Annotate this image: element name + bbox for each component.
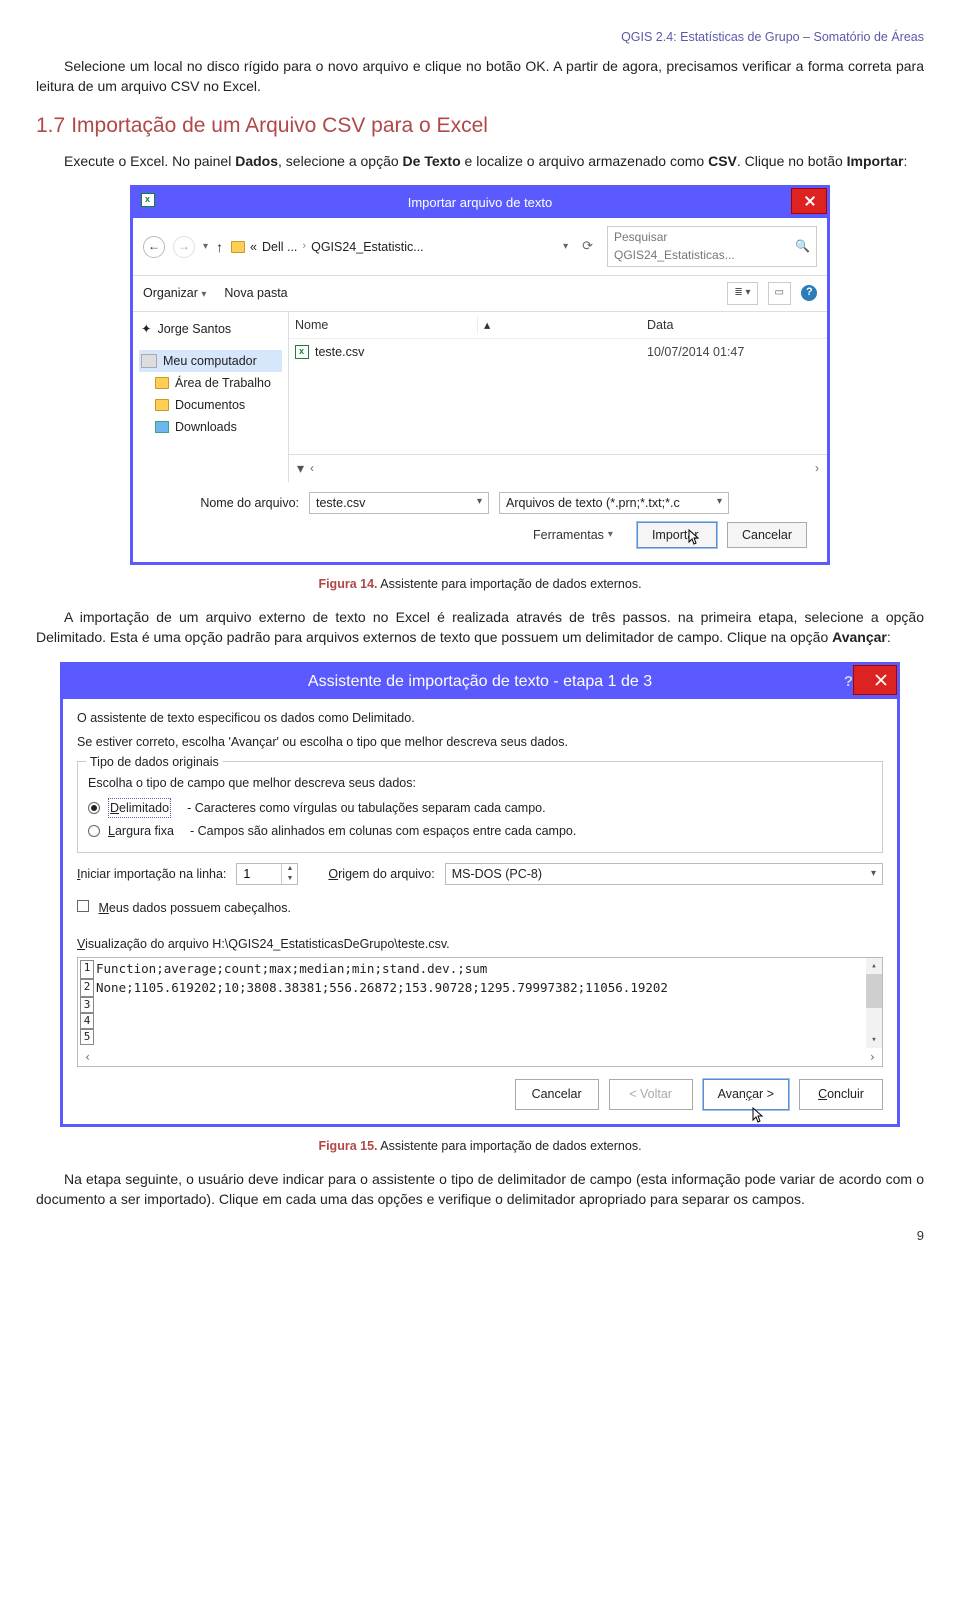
search-icon: 🔍 (795, 238, 810, 255)
radio-delimited-desc: - Caracteres como vírgulas ou tabulações… (187, 799, 546, 817)
intro-paragraph: Selecione um local no disco rígido para … (36, 56, 924, 97)
preview-label: Visualização do arquivo H:\QGIS24_Estati… (77, 935, 883, 953)
headers-checkbox-label: Meus dados possuem cabeçalhos. (98, 901, 290, 915)
sort-indicator-icon: ▴ (477, 316, 647, 334)
folder-icon (155, 377, 169, 389)
tools-menu[interactable]: Ferramentas ▾ (533, 526, 613, 544)
paragraph-3: A importação de um arquivo externo de te… (36, 607, 924, 648)
csv-file-icon (295, 345, 309, 359)
section-number: 1.7 (36, 114, 65, 137)
horizontal-scrollbar[interactable]: ▾ ‹› (289, 454, 827, 481)
horizontal-scrollbar[interactable]: ‹› (78, 1048, 882, 1066)
folder-tree[interactable]: ✦Jorge Santos Meu computador Área de Tra… (133, 312, 289, 482)
paragraph-2: Execute o Excel. No painel Dados, seleci… (36, 151, 924, 171)
spin-down-icon[interactable]: ▼ (282, 874, 297, 884)
dialog1-title: Importar arquivo de texto (408, 194, 553, 213)
start-row-label: Iniciar importação na linha: (77, 865, 226, 883)
open-file-dialog: Importar arquivo de texto ← → ▾ ↑ « Dell… (130, 185, 830, 564)
next-button[interactable]: Avançar > (703, 1079, 789, 1109)
data-type-group: Tipo de dados originais Escolha o tipo d… (77, 761, 883, 853)
file-origin-select[interactable]: MS-DOS (PC-8)▾ (445, 863, 883, 885)
text-import-wizard-dialog: Assistente de importação de texto - etap… (60, 662, 900, 1127)
folder-icon (231, 241, 245, 253)
file-list-header[interactable]: Nome ▴ Data (289, 312, 827, 339)
preview-pane-button[interactable]: ▭ (768, 282, 791, 305)
cancel-button[interactable]: Cancelar (727, 522, 807, 548)
import-button[interactable]: Importar (637, 522, 717, 548)
breadcrumb[interactable]: « Dell ... › QGIS24_Estatistic... (231, 238, 424, 256)
back-button[interactable]: < Voltar (609, 1079, 693, 1109)
scroll-down-icon: ▾ (866, 1032, 882, 1048)
downloads-icon (155, 421, 169, 433)
breadcrumb-dropdown[interactable]: ▾ (563, 240, 568, 255)
dialog2-titlebar: Assistente de importação de texto - etap… (63, 665, 897, 699)
section-heading: 1.7 Importação de um Arquivo CSV para o E… (36, 111, 924, 141)
vertical-scrollbar[interactable]: ▴ ▾ (866, 958, 882, 1048)
close-button[interactable] (791, 188, 827, 214)
page-number: 9 (36, 1227, 924, 1246)
radio-fixed-label: Largura fixa (108, 822, 174, 840)
headers-checkbox[interactable] (77, 900, 89, 912)
cursor-icon (688, 529, 702, 547)
refresh-icon[interactable]: ⟳ (582, 237, 593, 256)
figure-15-caption: Figura 15. Assistente para importação de… (36, 1137, 924, 1155)
section-title: Importação de um Arquivo CSV para o Exce… (71, 114, 488, 137)
radio-fixed-desc: - Campos são alinhados em colunas com es… (190, 822, 576, 840)
folder-icon (155, 399, 169, 411)
chevron-down-icon: ▾ (297, 458, 304, 478)
paragraph-4: Na etapa seguinte, o usuário deve indica… (36, 1169, 924, 1210)
nav-back-button[interactable]: ← (143, 236, 165, 258)
history-dropdown[interactable]: ▾ (203, 240, 208, 255)
filename-label: Nome do arquivo: (149, 494, 299, 512)
help-icon[interactable] (801, 285, 817, 301)
dialog1-titlebar: Importar arquivo de texto (133, 188, 827, 218)
data-preview[interactable]: 1Function;average;count;max;median;min;s… (77, 957, 883, 1067)
file-origin-label: Origem do arquivo: (328, 865, 434, 883)
help-button[interactable]: ? (844, 671, 853, 693)
new-folder-button[interactable]: Nova pasta (224, 284, 287, 302)
page-header: QGIS 2.4: Estatísticas de Grupo – Somató… (36, 28, 924, 46)
figure-14-caption: Figura 14. Assistente para importação de… (36, 575, 924, 593)
nav-fwd-button[interactable]: → (173, 236, 195, 258)
start-row-input[interactable]: ▲▼ (236, 863, 298, 885)
finish-button[interactable]: Concluir (799, 1079, 883, 1109)
excel-icon (141, 193, 155, 213)
cursor-icon (752, 1107, 766, 1125)
spin-up-icon[interactable]: ▲ (282, 864, 297, 874)
view-mode-button[interactable]: ≣ ▾ (727, 282, 757, 305)
nav-up-button[interactable]: ↑ (216, 237, 223, 257)
cancel-button[interactable]: Cancelar (515, 1079, 599, 1109)
radio-fixed-width[interactable] (88, 825, 100, 837)
file-type-filter[interactable]: Arquivos de texto (*.prn;*.txt;*.c▾ (499, 492, 729, 514)
file-row[interactable]: teste.csv 10/07/2014 01:47 (289, 339, 827, 365)
organize-menu[interactable]: Organizar ▾ (143, 284, 206, 303)
close-icon (804, 196, 814, 206)
close-icon (862, 674, 874, 686)
wizard-intro-text: O assistente de texto especificou os dad… (77, 709, 883, 751)
close-button[interactable] (853, 665, 897, 695)
radio-delimited[interactable] (88, 802, 100, 814)
filename-field[interactable]: teste.csv▾ (309, 492, 489, 514)
scroll-up-icon: ▴ (866, 958, 882, 974)
group-subtitle: Escolha o tipo de campo que melhor descr… (88, 774, 872, 792)
dialog2-title: Assistente de importação de texto - etap… (308, 670, 652, 693)
computer-icon (141, 354, 157, 368)
search-input[interactable]: Pesquisar QGIS24_Estatisticas... 🔍 (607, 226, 817, 267)
radio-delimited-label: Delimitado (108, 798, 171, 818)
